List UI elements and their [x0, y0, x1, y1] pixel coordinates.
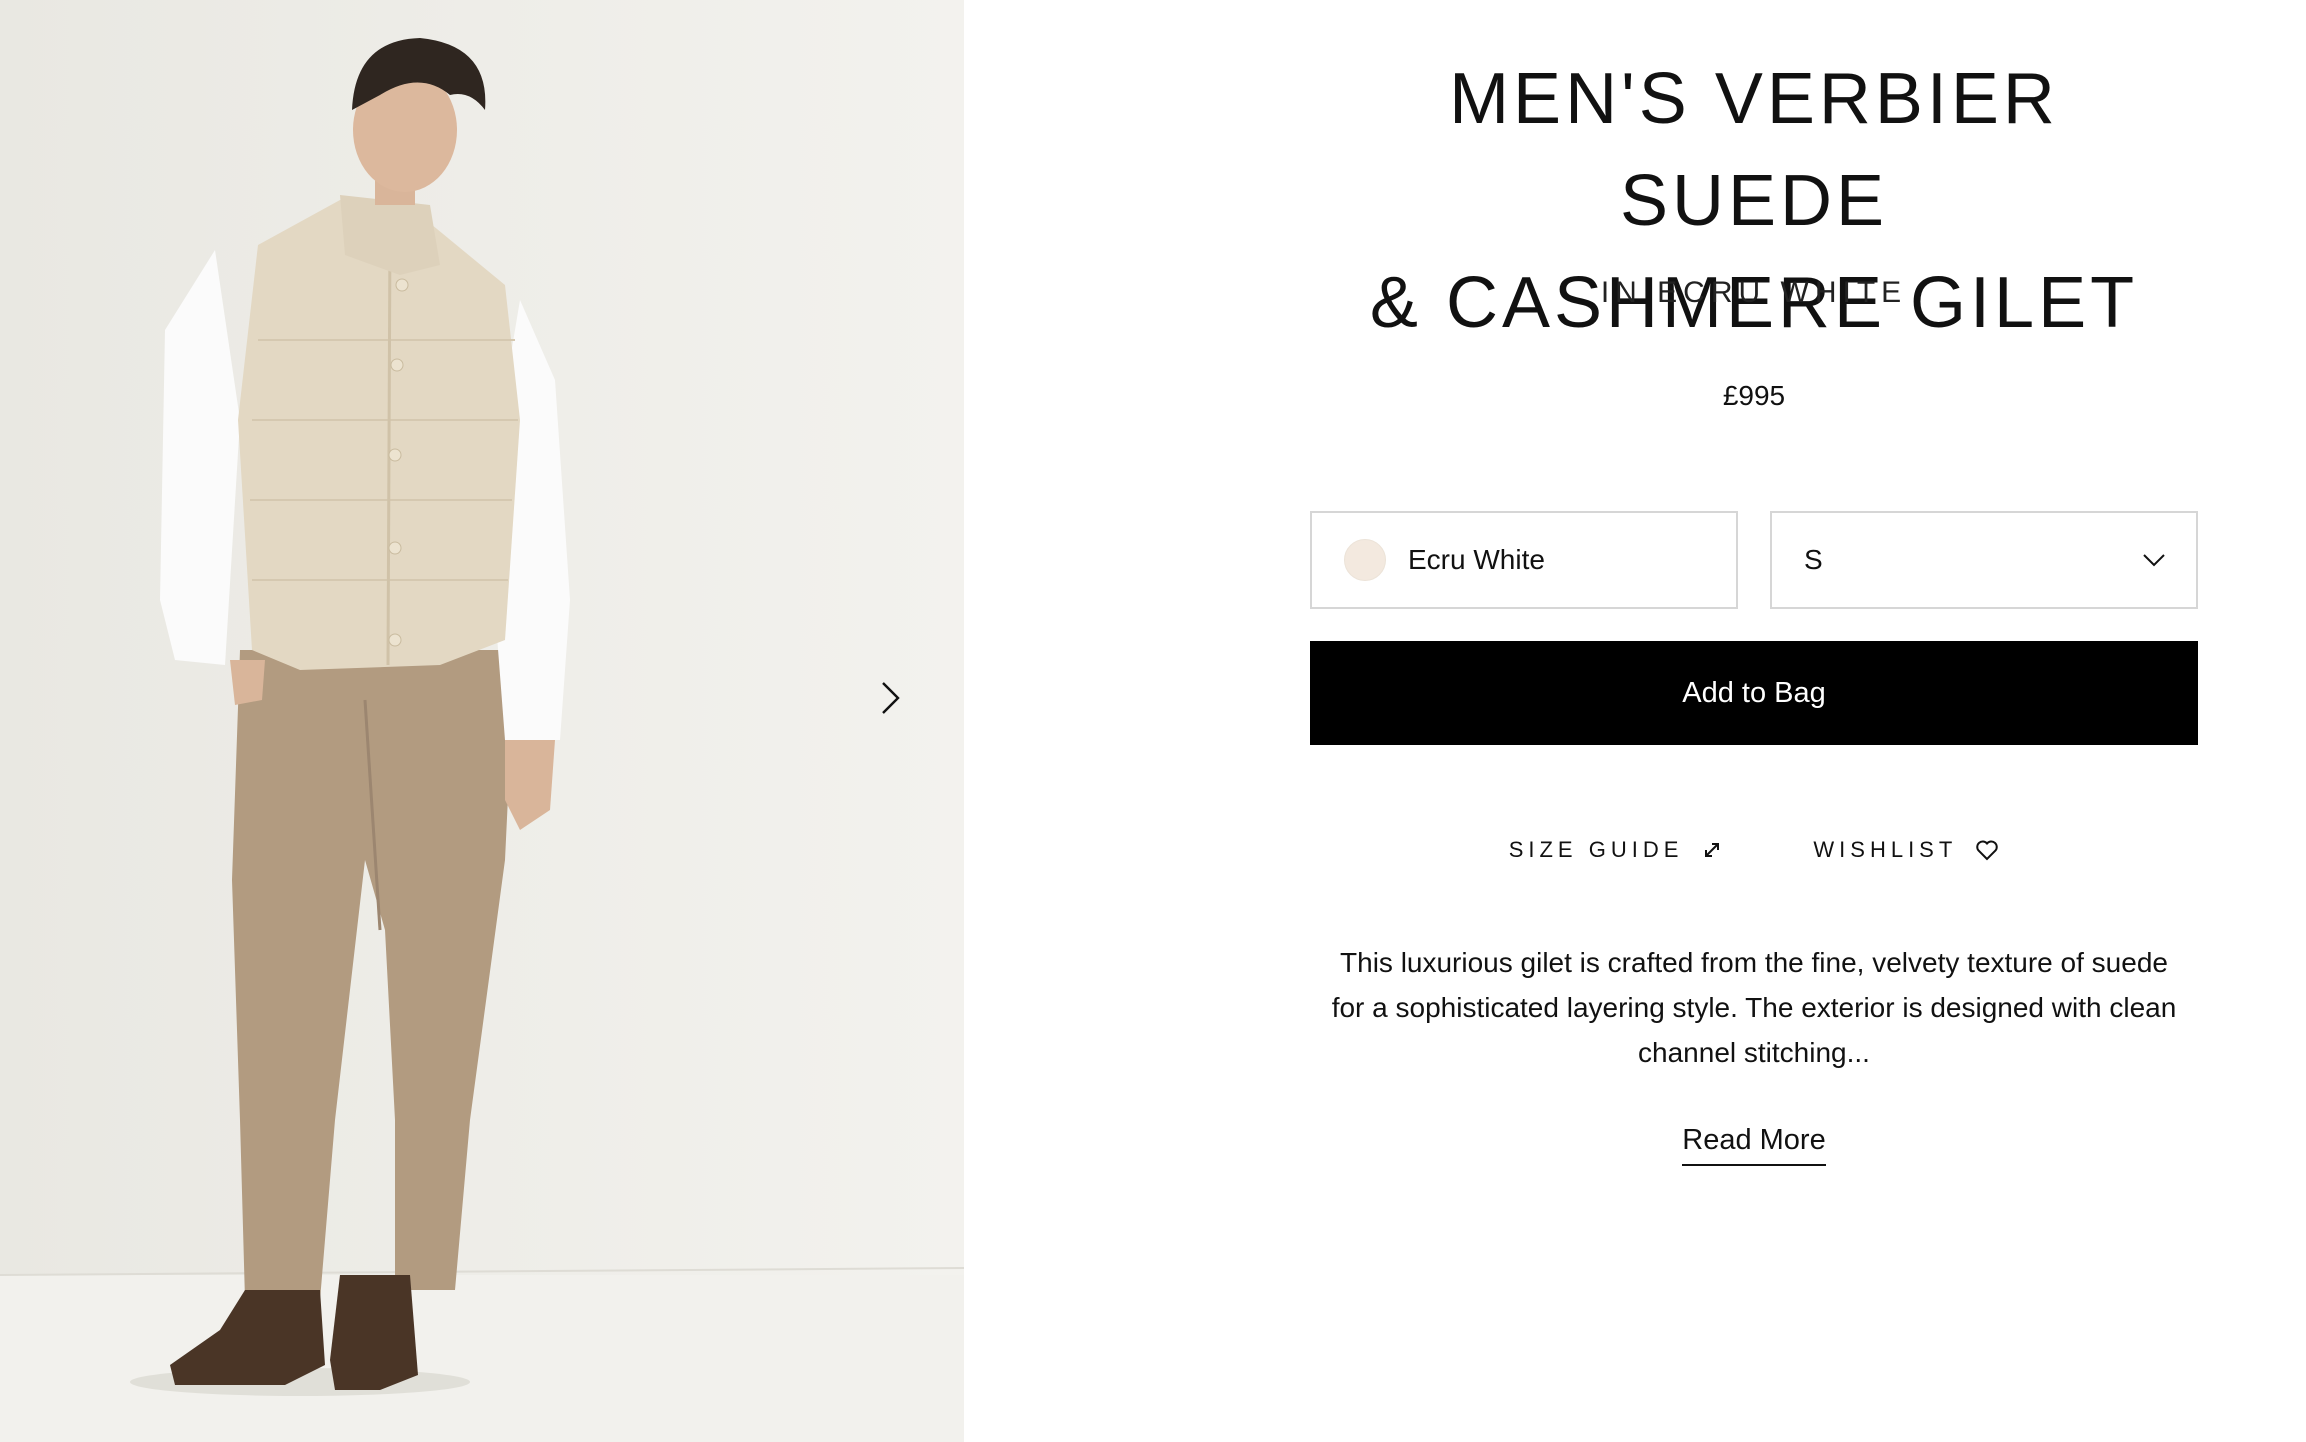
add-to-bag-button[interactable]: Add to Bag — [1310, 641, 2198, 745]
product-links: SIZE GUIDE WISHLIST — [1310, 830, 2198, 870]
size-selector[interactable]: S — [1770, 511, 2198, 609]
chevron-down-icon — [2143, 554, 2165, 567]
color-selector[interactable]: Ecru White — [1310, 511, 1738, 609]
product-price: £995 — [1722, 380, 1786, 411]
read-more-link[interactable]: Read More — [1682, 1124, 1826, 1166]
resize-arrows-icon — [1705, 843, 1720, 857]
size-guide-link[interactable]: SIZE GUIDE — [1509, 837, 1724, 863]
size-selector-value: S — [1804, 544, 1823, 575]
product-info-panel: MEN'S VERBIER SUEDE & CASHMERE GILET IN … — [1310, 0, 2198, 1442]
next-image-button[interactable] — [880, 680, 924, 732]
product-title-line-1: MEN'S VERBIER SUEDE — [1449, 59, 2059, 241]
color-swatch — [1344, 539, 1386, 581]
product-image — [0, 0, 964, 1442]
chevron-right-icon — [882, 682, 900, 714]
product-description: This luxurious gilet is crafted from the… — [1331, 947, 2177, 1068]
product-image-gallery — [0, 0, 964, 1442]
read-more-wrapper: Read More — [1310, 1124, 2198, 1166]
size-guide-label: SIZE GUIDE — [1508, 837, 1684, 862]
product-color-subtitle: IN ECRU WHITE — [1600, 276, 1908, 309]
wishlist-label: WISHLIST — [1813, 837, 1958, 862]
color-selector-label: Ecru White — [1408, 544, 1545, 575]
wishlist-link[interactable]: WISHLIST — [1813, 837, 1999, 863]
heart-icon — [1976, 840, 1999, 861]
